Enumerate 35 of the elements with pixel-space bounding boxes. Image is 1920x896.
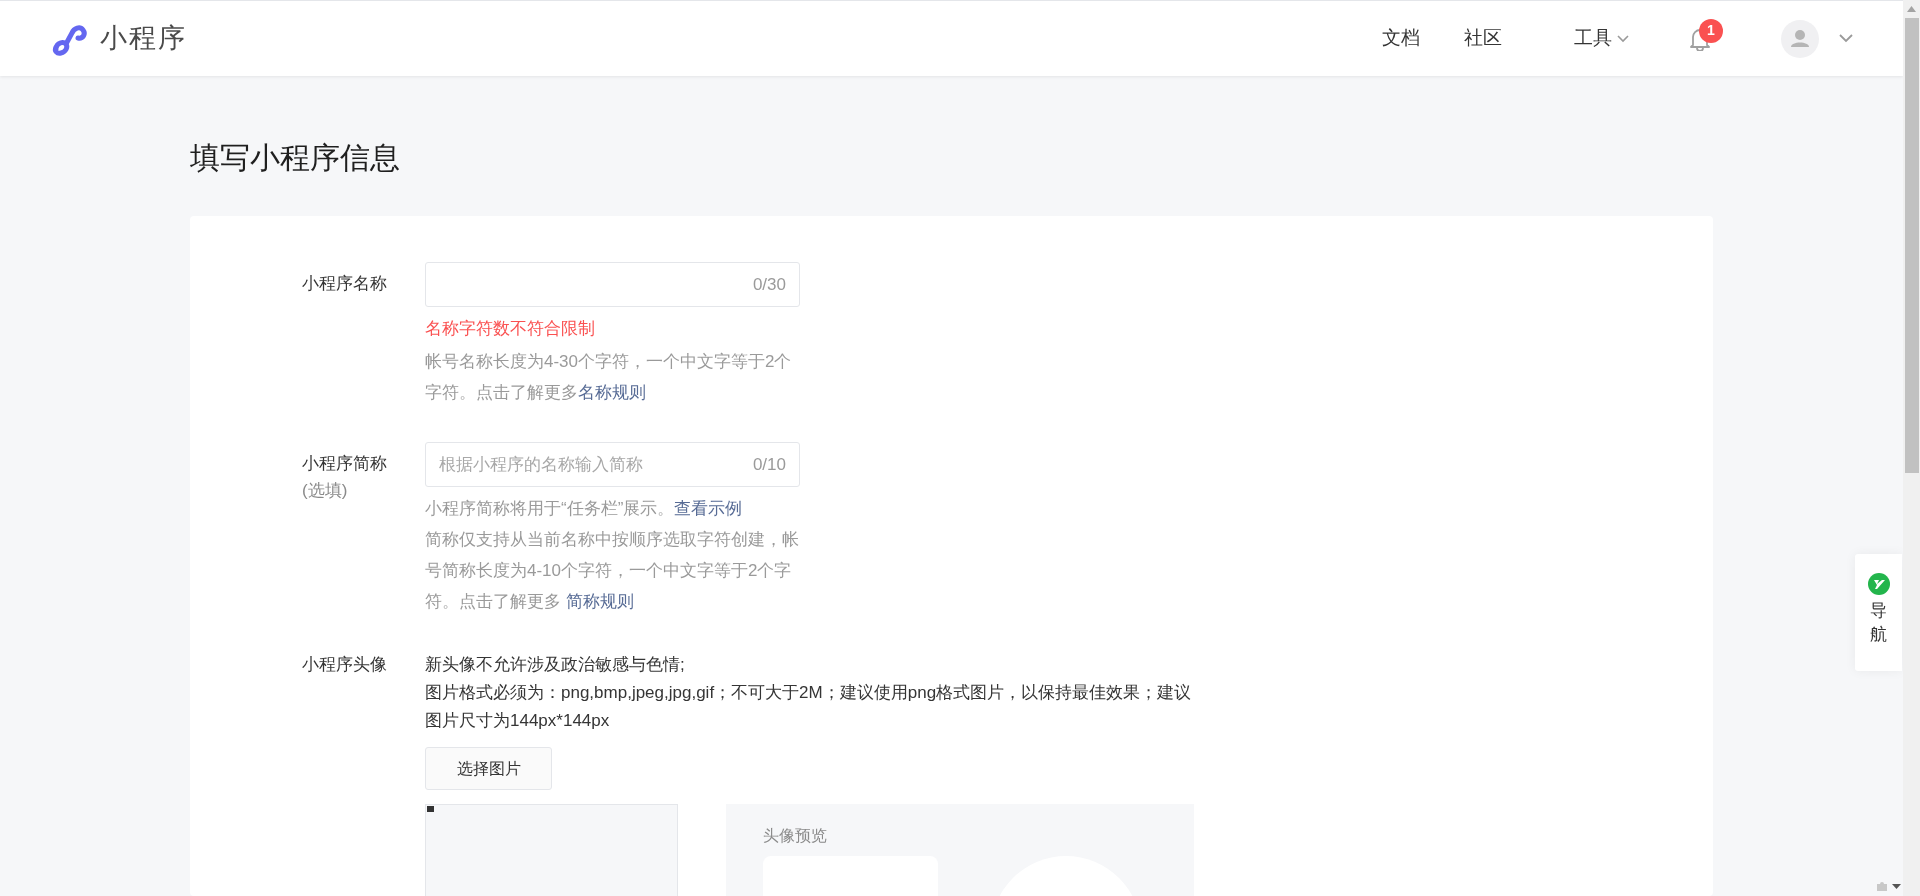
nav-link[interactable]: 工具: [1574, 24, 1629, 53]
error-message: 名称字符数不符合限制: [425, 318, 596, 340]
requirement-text: 新头像不允许涉及政治敏感与色情;: [425, 654, 686, 676]
field-label: 小程序头像: [302, 654, 388, 676]
rule-link[interactable]: 名称规则: [578, 383, 646, 402]
scrollbar[interactable]: [1903, 0, 1920, 896]
avatar-icon[interactable]: [1781, 19, 1819, 58]
page-title: 填写小程序信息: [190, 140, 401, 176]
rule-link[interactable]: 查看示例: [674, 499, 743, 518]
scroll-up-icon[interactable]: [1907, 6, 1916, 12]
side-nav-panel[interactable]: 导航: [1855, 554, 1902, 671]
text-field[interactable]: [425, 262, 800, 307]
field-label: 小程序名称: [302, 273, 388, 295]
preview-title: 头像预览: [763, 826, 828, 846]
field-sublabel: (选填): [302, 480, 349, 502]
broken-image-icon: [427, 806, 434, 812]
rule-link[interactable]: 简称规则: [565, 592, 634, 611]
field-label: 小程序简称: [302, 453, 388, 475]
nav-link[interactable]: 社区: [1464, 24, 1502, 53]
hint-text: 帐号名称长度为4-30个字符，一个中文字等于2个字符。点击了解更多名称规则: [425, 351, 793, 404]
puzzle-icon[interactable]: [1876, 880, 1888, 892]
scrollbar-thumb[interactable]: [1904, 18, 1919, 473]
select-image-button[interactable]: 选择图片: [425, 747, 552, 790]
logo-icon: [1867, 573, 1890, 595]
notification-badge: 1: [1699, 18, 1723, 43]
brand-name[interactable]: 小程序: [100, 18, 187, 59]
chevron-down-icon[interactable]: [1839, 34, 1853, 43]
requirement-text: 图片格式必须为：png,bmp,jpeg,jpg,gif；不可大于2M；建议使用png格式图片，以保持最佳效果；建议图片尺寸为144px*144px: [425, 682, 1193, 732]
caret-down-icon[interactable]: [1892, 883, 1901, 889]
side-nav-label: 导航: [1870, 600, 1887, 646]
character-counter: 0/30: [752, 274, 786, 296]
nav-link[interactable]: 文档: [1382, 24, 1420, 53]
hint-text: 小程序简称将用于“任务栏”展示。查看示例: [425, 498, 744, 520]
character-counter: 0/10: [752, 454, 786, 476]
hint-text: 简称仅支持从当前名称中按顺序选取字符创建，帐号简称长度为4-10个字符，一个中文字等于2个字符。点击了解更多 简称规则: [425, 529, 800, 613]
